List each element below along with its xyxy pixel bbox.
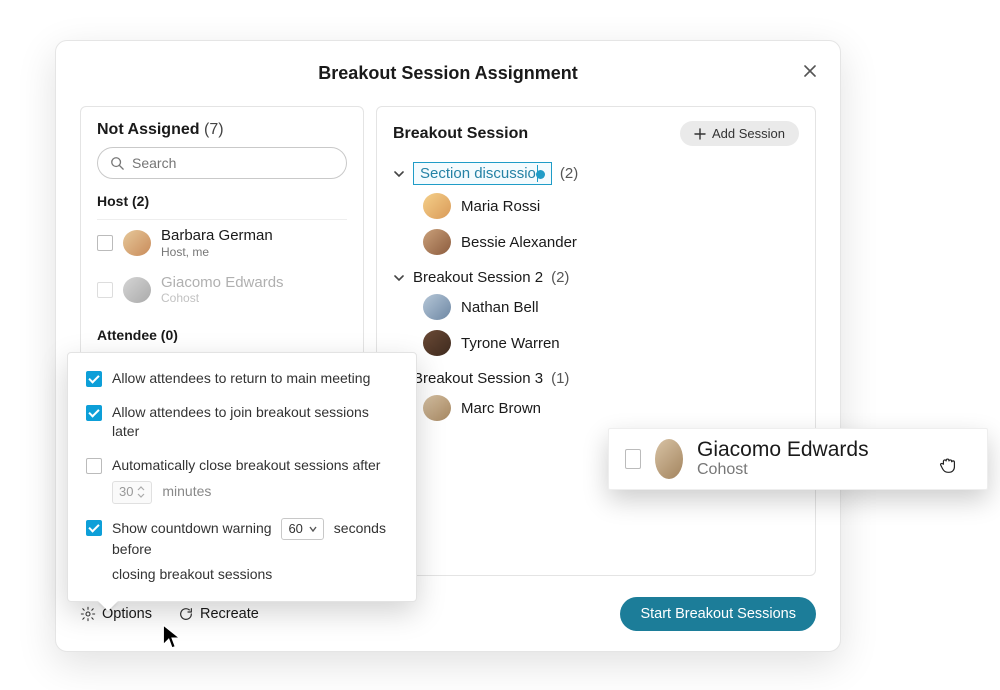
session-header[interactable]: Breakout Session 3 (1) bbox=[393, 370, 799, 387]
option-label: Show countdown warning bbox=[112, 520, 272, 536]
option-join-later[interactable]: Allow attendees to join breakout session… bbox=[86, 403, 398, 442]
modal-title: Breakout Session Assignment bbox=[80, 63, 816, 84]
option-label: Automatically close breakout sessions af… bbox=[112, 457, 380, 473]
checkbox[interactable] bbox=[625, 449, 641, 469]
checkbox[interactable] bbox=[86, 405, 102, 421]
avatar bbox=[423, 395, 451, 421]
member-name: Marc Brown bbox=[461, 400, 541, 417]
checkbox[interactable] bbox=[86, 371, 102, 387]
sessions-title: Breakout Session bbox=[393, 125, 528, 143]
session-name: Breakout Session 3 bbox=[413, 370, 543, 387]
checkbox[interactable] bbox=[86, 458, 102, 474]
recreate-label: Recreate bbox=[200, 606, 259, 622]
host-section-header: Host (2) bbox=[97, 193, 347, 220]
session: Section discussio (2) Maria Rossi Bessie… bbox=[393, 162, 799, 255]
session-member[interactable]: Bessie Alexander bbox=[423, 229, 799, 255]
session-member[interactable]: Tyrone Warren bbox=[423, 330, 799, 356]
member-name: Bessie Alexander bbox=[461, 234, 577, 251]
avatar bbox=[423, 229, 451, 255]
option-unit: minutes bbox=[162, 483, 211, 499]
person-role: Host, me bbox=[161, 245, 273, 259]
chevron-down-icon[interactable] bbox=[393, 169, 405, 179]
member-name: Nathan Bell bbox=[461, 299, 539, 316]
checkbox[interactable] bbox=[97, 282, 113, 298]
host-row[interactable]: Giacomo Edwards Cohost bbox=[97, 267, 347, 314]
session-member[interactable]: Marc Brown bbox=[423, 395, 799, 421]
avatar bbox=[655, 439, 683, 479]
member-name: Maria Rossi bbox=[461, 198, 540, 215]
gear-icon bbox=[80, 606, 96, 622]
refresh-icon bbox=[178, 606, 194, 622]
chevron-down-icon[interactable] bbox=[393, 273, 405, 283]
start-sessions-button[interactable]: Start Breakout Sessions bbox=[620, 597, 816, 631]
not-assigned-count: (7) bbox=[204, 121, 224, 138]
person-role: Cohost bbox=[161, 291, 284, 305]
person-name: Barbara German bbox=[161, 228, 273, 245]
avatar bbox=[423, 294, 451, 320]
session-name-input[interactable]: Section discussio bbox=[413, 162, 552, 185]
search-input[interactable] bbox=[97, 147, 347, 179]
option-label: Allow attendees to join breakout session… bbox=[112, 403, 398, 442]
countdown-seconds-select[interactable]: 60 bbox=[281, 518, 323, 540]
add-session-label: Add Session bbox=[712, 126, 785, 141]
modal-footer: Options Recreate Start Breakout Sessions bbox=[80, 597, 816, 631]
checkbox[interactable] bbox=[97, 235, 113, 251]
search-field[interactable] bbox=[130, 154, 334, 172]
not-assigned-title: Not Assigned (7) bbox=[97, 121, 347, 139]
cursor-pointer-icon bbox=[161, 623, 183, 656]
plus-icon bbox=[694, 128, 706, 140]
checkbox[interactable] bbox=[86, 520, 102, 536]
session-member[interactable]: Maria Rossi bbox=[423, 193, 799, 219]
session: Breakout Session 3 (1) Marc Brown bbox=[393, 370, 799, 421]
session: Breakout Session 2 (2) Nathan Bell Tyron… bbox=[393, 269, 799, 356]
add-session-button[interactable]: Add Session bbox=[680, 121, 799, 146]
session-header[interactable]: Section discussio (2) bbox=[393, 162, 799, 185]
option-label: Allow attendees to return to main meetin… bbox=[112, 369, 370, 389]
session-count: (2) bbox=[560, 165, 578, 182]
avatar bbox=[423, 193, 451, 219]
member-name: Tyrone Warren bbox=[461, 335, 560, 352]
search-icon bbox=[110, 156, 124, 170]
autoclose-minutes-value: 30 bbox=[119, 483, 133, 501]
attendee-section-header: Attendee (0) bbox=[97, 327, 347, 353]
chevron-down-icon bbox=[309, 526, 317, 532]
recreate-button[interactable]: Recreate bbox=[178, 606, 259, 622]
grab-cursor-icon bbox=[937, 454, 959, 481]
options-popover: Allow attendees to return to main meetin… bbox=[67, 352, 417, 602]
countdown-seconds-value: 60 bbox=[288, 520, 302, 538]
avatar bbox=[123, 277, 151, 303]
session-count: (2) bbox=[551, 269, 569, 286]
option-return-main[interactable]: Allow attendees to return to main meetin… bbox=[86, 369, 398, 389]
stepper-arrows-icon bbox=[137, 486, 145, 498]
avatar bbox=[123, 230, 151, 256]
session-header[interactable]: Breakout Session 2 (2) bbox=[393, 269, 799, 286]
autoclose-minutes-stepper[interactable]: 30 bbox=[112, 481, 152, 503]
dragging-participant-card[interactable]: Giacomo Edwards Cohost bbox=[608, 428, 988, 490]
host-row[interactable]: Barbara German Host, me bbox=[97, 220, 347, 267]
person-name: Giacomo Edwards bbox=[161, 275, 284, 292]
not-assigned-title-text: Not Assigned bbox=[97, 121, 200, 138]
drag-role: Cohost bbox=[697, 461, 869, 479]
sessions-panel: Breakout Session Add Session Section dis… bbox=[376, 106, 816, 576]
session-name-editing-text: Section discussio bbox=[420, 165, 536, 182]
session-count: (1) bbox=[551, 370, 569, 387]
option-countdown[interactable]: Show countdown warning 60 seconds before… bbox=[86, 518, 398, 585]
session-member[interactable]: Nathan Bell bbox=[423, 294, 799, 320]
option-auto-close[interactable]: Automatically close breakout sessions af… bbox=[86, 456, 398, 504]
session-name: Breakout Session 2 bbox=[413, 269, 543, 286]
avatar bbox=[423, 330, 451, 356]
option-label-tail2: closing breakout sessions bbox=[112, 566, 272, 582]
close-icon[interactable] bbox=[800, 61, 820, 81]
drag-name: Giacomo Edwards bbox=[697, 439, 869, 461]
